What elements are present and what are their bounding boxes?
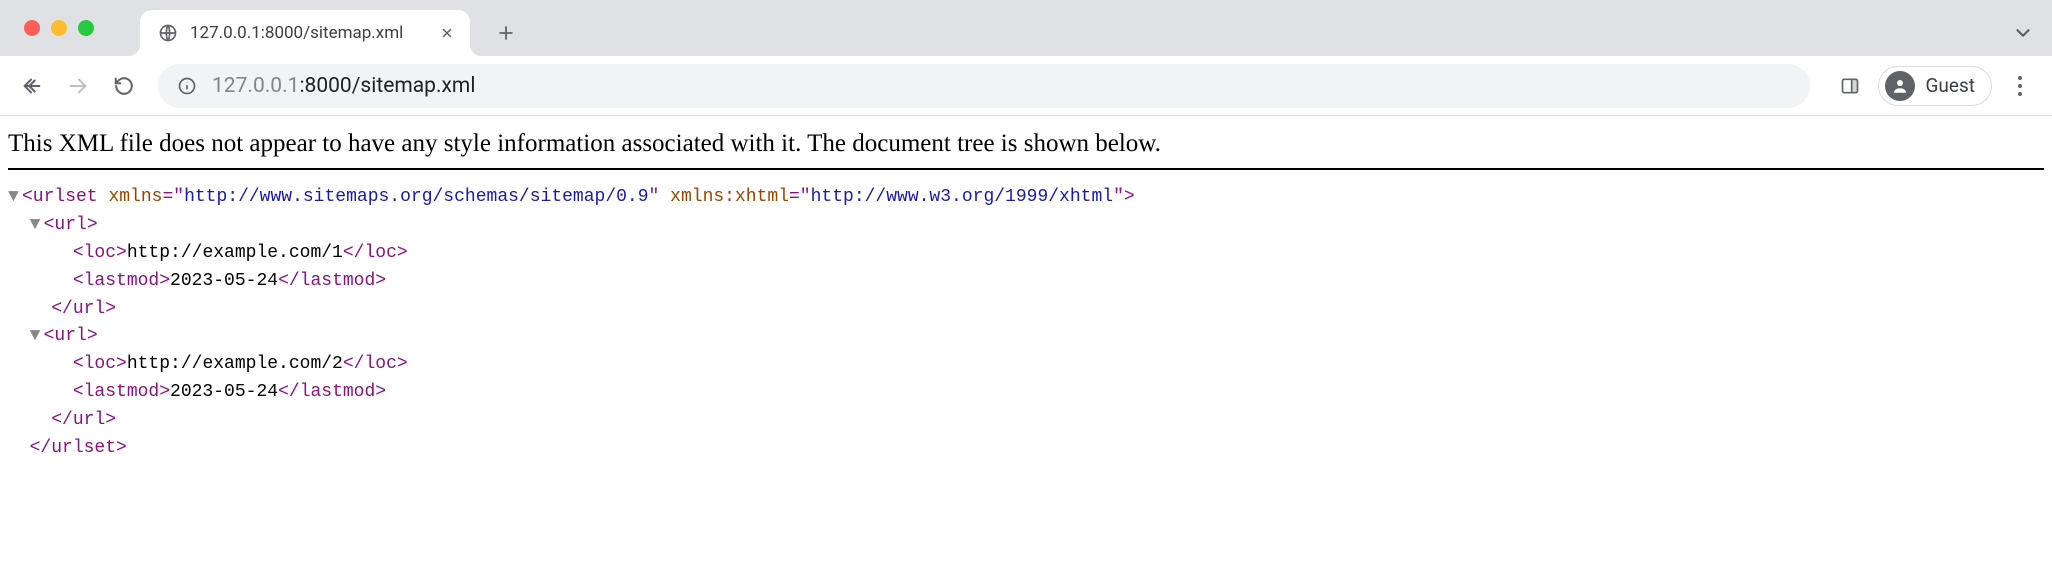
tab-title: 127.0.0.1:8000/sitemap.xml <box>190 23 426 43</box>
kebab-icon <box>2018 76 2022 96</box>
url-path: :8000/sitemap.xml <box>299 74 475 98</box>
side-panel-button[interactable] <box>1830 66 1870 106</box>
browser-toolbar: 127.0.0.1:8000/sitemap.xml Guest <box>0 56 2052 116</box>
toolbar-right: Guest <box>1830 66 2040 106</box>
tab-close-button[interactable] <box>438 24 456 42</box>
profile-label: Guest <box>1925 74 1975 97</box>
globe-icon <box>158 23 178 43</box>
site-info-icon[interactable] <box>176 75 198 97</box>
reload-button[interactable] <box>104 66 144 106</box>
xml-notice: This XML file does not appear to have an… <box>8 126 2044 170</box>
window-minimize-button[interactable] <box>51 20 67 36</box>
xml-tree: ▼<urlset xmlns="http://www.sitemaps.org/… <box>8 184 2044 463</box>
window-close-button[interactable] <box>24 20 40 36</box>
url-text: 127.0.0.1:8000/sitemap.xml <box>212 74 475 98</box>
tab-overflow-button[interactable] <box>2012 22 2034 48</box>
forward-button[interactable] <box>58 66 98 106</box>
window-zoom-button[interactable] <box>78 20 94 36</box>
new-tab-button[interactable] <box>488 15 524 51</box>
url-host: 127.0.0.1 <box>212 74 299 98</box>
avatar-icon <box>1885 71 1915 101</box>
page-content: This XML file does not appear to have an… <box>0 116 2052 463</box>
tab-strip: 127.0.0.1:8000/sitemap.xml <box>0 0 2052 56</box>
address-bar[interactable]: 127.0.0.1:8000/sitemap.xml <box>158 64 1810 108</box>
window-controls <box>24 20 94 36</box>
chrome-menu-button[interactable] <box>2000 66 2040 106</box>
back-button[interactable] <box>12 66 52 106</box>
browser-tab[interactable]: 127.0.0.1:8000/sitemap.xml <box>140 10 470 56</box>
profile-chip[interactable]: Guest <box>1878 66 1992 106</box>
